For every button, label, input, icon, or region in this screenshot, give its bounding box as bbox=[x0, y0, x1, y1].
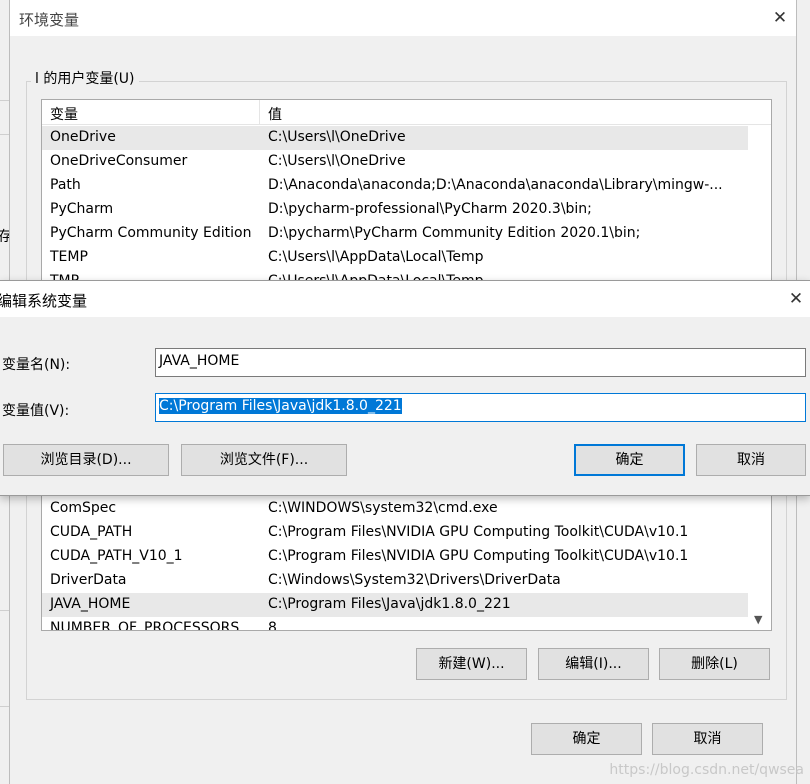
variable-name: NUMBER_OF_PROCESSORS bbox=[50, 620, 240, 631]
list-item[interactable]: ComSpec C:\WINDOWS\system32\cmd.exe bbox=[42, 497, 748, 521]
cancel-button[interactable]: 取消 bbox=[696, 444, 806, 476]
delete-variable-button[interactable]: 删除(L) bbox=[659, 648, 770, 680]
close-icon[interactable]: ✕ bbox=[784, 287, 808, 311]
variable-name-field[interactable]: JAVA_HOME bbox=[155, 348, 806, 377]
divider bbox=[0, 134, 9, 135]
new-variable-button[interactable]: 新建(W)... bbox=[416, 648, 527, 680]
variable-value-label: 变量值(V): bbox=[2, 403, 70, 419]
variable-value: C:\Users\l\OneDrive bbox=[268, 129, 406, 145]
list-item[interactable]: CUDA_PATH_V10_1 C:\Program Files\NVIDIA … bbox=[42, 545, 748, 569]
list-item[interactable]: PyCharm Community Edition D:\pycharm\PyC… bbox=[42, 222, 748, 246]
variable-value: D:\Anaconda\anaconda;D:\Anaconda\anacond… bbox=[268, 177, 723, 193]
watermark: https://blog.csdn.net/qwsea bbox=[609, 762, 804, 778]
variable-name: Path bbox=[50, 177, 81, 193]
title-bar: 编辑系统变量 ✕ bbox=[0, 281, 810, 317]
list-item[interactable]: PyCharm D:\pycharm-professional\PyCharm … bbox=[42, 198, 748, 222]
user-variables-group-label: l 的用户变量(U) bbox=[31, 68, 139, 88]
variable-name: PyCharm Community Edition bbox=[50, 225, 252, 241]
variable-name: CUDA_PATH_V10_1 bbox=[50, 548, 183, 564]
list-item[interactable]: JAVA_HOME C:\Program Files\Java\jdk1.8.0… bbox=[42, 593, 748, 617]
divider bbox=[0, 610, 9, 611]
close-icon[interactable]: ✕ bbox=[766, 6, 794, 30]
list-item[interactable]: Path D:\Anaconda\anaconda;D:\Anaconda\an… bbox=[42, 174, 748, 198]
list-item[interactable]: OneDrive C:\Users\l\OneDrive bbox=[42, 126, 748, 150]
variable-name-label: 变量名(N): bbox=[2, 357, 71, 373]
variable-value: C:\Users\l\OneDrive bbox=[268, 153, 406, 169]
dialog-title: 环境变量 bbox=[19, 11, 80, 29]
variable-value: C:\Program Files\NVIDIA GPU Computing To… bbox=[268, 548, 689, 564]
variable-value: C:\Program Files\Java\jdk1.8.0_221 bbox=[268, 596, 511, 612]
title-bar: 环境变量 ✕ bbox=[10, 0, 796, 36]
system-variables-list[interactable]: ComSpec C:\WINDOWS\system32\cmd.exe CUDA… bbox=[41, 493, 772, 631]
variable-value: C:\Program Files\NVIDIA GPU Computing To… bbox=[268, 524, 689, 540]
variable-name: OneDrive bbox=[50, 129, 116, 145]
browse-file-button[interactable]: 浏览文件(F)... bbox=[181, 444, 347, 476]
browse-directory-button[interactable]: 浏览目录(D)... bbox=[3, 444, 169, 476]
edit-system-variable-dialog: 编辑系统变量 ✕ 变量名(N): JAVA_HOME 变量值(V): C:\Pr… bbox=[0, 280, 810, 496]
variable-name: JAVA_HOME bbox=[50, 596, 131, 612]
variable-name: TEMP bbox=[50, 249, 88, 265]
list-item[interactable]: DriverData C:\Windows\System32\Drivers\D… bbox=[42, 569, 748, 593]
column-header-variable[interactable]: 变量 bbox=[50, 104, 78, 124]
list-item[interactable]: OneDriveConsumer C:\Users\l\OneDrive bbox=[42, 150, 748, 174]
list-header: 变量 值 bbox=[42, 100, 771, 125]
variable-value: 8 bbox=[268, 620, 277, 631]
dialog-title: 编辑系统变量 bbox=[0, 292, 88, 310]
vertical-scrollbar[interactable]: ▼ bbox=[749, 494, 771, 630]
chevron-down-icon[interactable]: ▼ bbox=[754, 613, 762, 626]
cancel-button[interactable]: 取消 bbox=[652, 723, 763, 755]
ok-button[interactable]: 确定 bbox=[531, 723, 642, 755]
selected-text: C:\Program Files\Java\jdk1.8.0_221 bbox=[159, 398, 402, 414]
variable-name: PyCharm bbox=[50, 201, 114, 217]
ok-button[interactable]: 确定 bbox=[574, 444, 685, 476]
variable-name: DriverData bbox=[50, 572, 127, 588]
edit-variable-button[interactable]: 编辑(I)... bbox=[538, 648, 649, 680]
divider bbox=[0, 706, 9, 707]
variable-value-field[interactable]: C:\Program Files\Java\jdk1.8.0_221 bbox=[155, 393, 806, 422]
variable-value: C:\Users\l\AppData\Local\Temp bbox=[268, 249, 484, 265]
list-item[interactable]: CUDA_PATH C:\Program Files\NVIDIA GPU Co… bbox=[42, 521, 748, 545]
variable-value: C:\WINDOWS\system32\cmd.exe bbox=[268, 500, 498, 516]
variable-name: ComSpec bbox=[50, 500, 117, 516]
variable-value: C:\Windows\System32\Drivers\DriverData bbox=[268, 572, 561, 588]
user-variables-list[interactable]: 变量 值 OneDrive C:\Users\l\OneDrive OneDri… bbox=[41, 99, 772, 284]
column-separator[interactable] bbox=[259, 100, 260, 124]
column-header-value[interactable]: 值 bbox=[268, 104, 282, 124]
variable-value: D:\pycharm\PyCharm Community Edition 202… bbox=[268, 225, 641, 241]
list-item[interactable]: NUMBER_OF_PROCESSORS 8 bbox=[42, 617, 748, 631]
divider bbox=[0, 100, 9, 101]
variable-value: D:\pycharm-professional\PyCharm 2020.3\b… bbox=[268, 201, 592, 217]
variable-name: CUDA_PATH bbox=[50, 524, 133, 540]
list-item[interactable]: TEMP C:\Users\l\AppData\Local\Temp bbox=[42, 246, 748, 270]
variable-name: OneDriveConsumer bbox=[50, 153, 188, 169]
variable-name-text: JAVA_HOME bbox=[159, 353, 240, 369]
